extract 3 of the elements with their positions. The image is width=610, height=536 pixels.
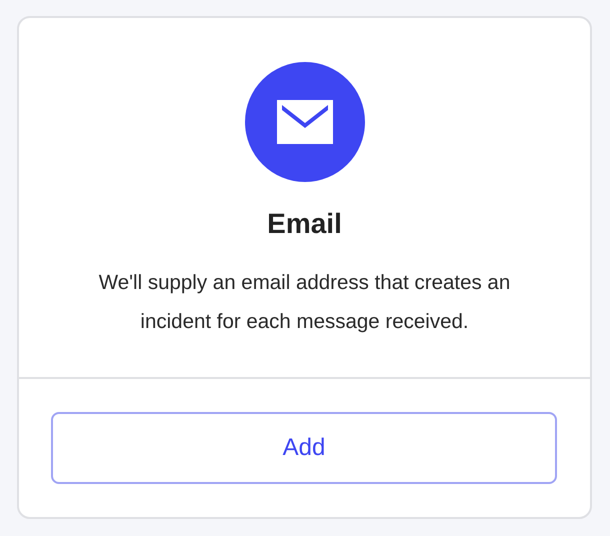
card-title: Email	[267, 207, 342, 241]
card-description: We'll supply an email address that creates an incident for each message received.	[98, 270, 512, 335]
add-button[interactable]: Add	[51, 412, 557, 484]
